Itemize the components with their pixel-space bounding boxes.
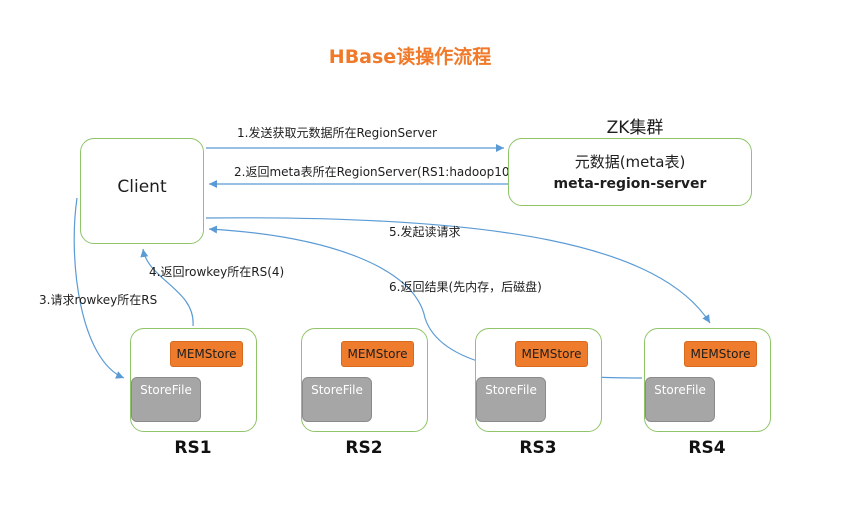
diagram-title: HBase读操作流程 [328, 46, 492, 68]
memstore-block: MEMStore [341, 341, 414, 367]
rs1-label: RS1 [174, 438, 212, 458]
edge-step4 [140, 248, 194, 327]
region-server-rs3: MEMStore StoreFile [475, 328, 602, 432]
rs4-label: RS4 [688, 438, 726, 458]
client-node: Client [80, 138, 204, 244]
zk-meta-label: 元数据(meta表) [574, 153, 686, 171]
edge-label-step5: 5.发起读请求 [389, 225, 461, 239]
storefile-block: StoreFile [645, 377, 715, 422]
region-server-rs1: MEMStore StoreFile [130, 328, 257, 432]
diagram-canvas: HBase读操作流程 1.发送获取元数据所在RegionServer 2.返回m… [0, 0, 856, 530]
client-label: Client [117, 177, 167, 197]
storefile-block: StoreFile [476, 377, 546, 422]
zk-cluster-label: ZK集群 [606, 118, 664, 138]
zk-node: 元数据(meta表) meta-region-server [508, 138, 752, 206]
storefile-block: StoreFile [131, 377, 201, 422]
region-server-rs4: MEMStore StoreFile [644, 328, 771, 432]
edge-label-step2: 2.返回meta表所在RegionServer(RS1:hadoop102) [234, 165, 522, 179]
zk-meta-server-label: meta-region-server [553, 176, 707, 192]
edge-label-step6: 6.返回结果(先内存，后磁盘) [389, 280, 542, 294]
edge-label-step4: 4.返回rowkey所在RS(4) [149, 265, 285, 279]
storefile-block: StoreFile [302, 377, 372, 422]
region-server-rs2: MEMStore StoreFile [301, 328, 428, 432]
memstore-block: MEMStore [684, 341, 757, 367]
rs3-label: RS3 [519, 438, 557, 458]
memstore-block: MEMStore [170, 341, 243, 367]
memstore-block: MEMStore [515, 341, 588, 367]
edge-label-step3: 3.请求rowkey所在RS [39, 293, 158, 307]
edge-label-step1: 1.发送获取元数据所在RegionServer [237, 126, 437, 140]
rs2-label: RS2 [345, 438, 383, 458]
